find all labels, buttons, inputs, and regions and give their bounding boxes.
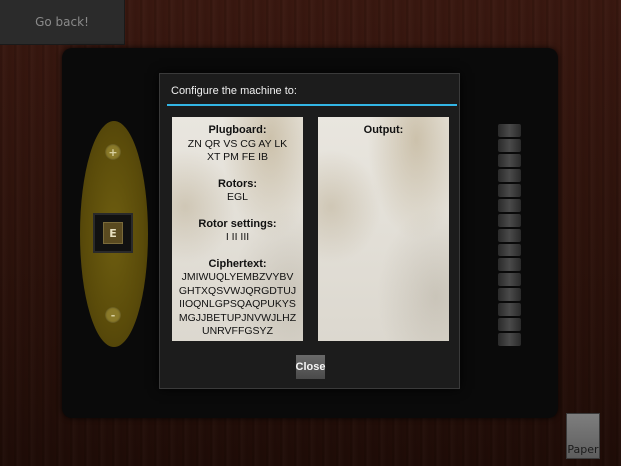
lamp-segment	[498, 153, 521, 167]
rotors-label: Rotors:	[217, 177, 258, 190]
lamp-segment	[498, 318, 521, 332]
lamp-segment	[498, 258, 521, 272]
rotor-decrease-button[interactable]: -	[105, 307, 121, 323]
lamp-segment	[498, 124, 521, 137]
configuration-paper: Plugboard: ZN QR VS CG AY LK XT PM FE IB…	[172, 117, 303, 341]
plugboard-value: ZN QR VS CG AY LK XT PM FE IB	[187, 137, 288, 164]
lamp-segment	[498, 333, 521, 347]
rotor-window: E	[93, 213, 133, 253]
rotor-settings-label: Rotor settings:	[198, 217, 277, 230]
ciphertext-value: JMIWUQLYEMBZVYBVGHTXQSVWJQRGDTUJIIOQNLGP…	[178, 271, 297, 337]
output-paper: Output:	[318, 117, 449, 341]
output-label: Output:	[363, 124, 404, 136]
lamp-segment	[498, 243, 521, 257]
lamp-segment	[498, 273, 521, 287]
lamp-segment	[498, 228, 521, 242]
lamp-segment	[498, 183, 521, 197]
rotor-increase-button[interactable]: +	[105, 144, 121, 160]
rotor-letter: E	[103, 222, 123, 244]
lamp-segment	[498, 138, 521, 152]
rotor-settings-value: I II III	[225, 231, 250, 243]
plugboard-label: Plugboard:	[208, 124, 267, 136]
ciphertext-label: Ciphertext:	[208, 257, 267, 270]
lamp-segment	[498, 168, 521, 182]
lamp-segment	[498, 198, 521, 212]
lamp-segment	[498, 288, 521, 302]
rotors-value: EGL	[226, 191, 248, 203]
lamp-segment	[498, 303, 521, 317]
close-button[interactable]: Close	[296, 355, 325, 379]
lamp-stack	[498, 124, 521, 347]
go-back-button[interactable]: Go back!	[0, 0, 125, 45]
dialog-title: Configure the machine to:	[171, 85, 297, 97]
lamp-segment	[498, 213, 521, 227]
dialog-divider	[167, 104, 457, 106]
paper-button[interactable]: Paper	[566, 413, 600, 459]
